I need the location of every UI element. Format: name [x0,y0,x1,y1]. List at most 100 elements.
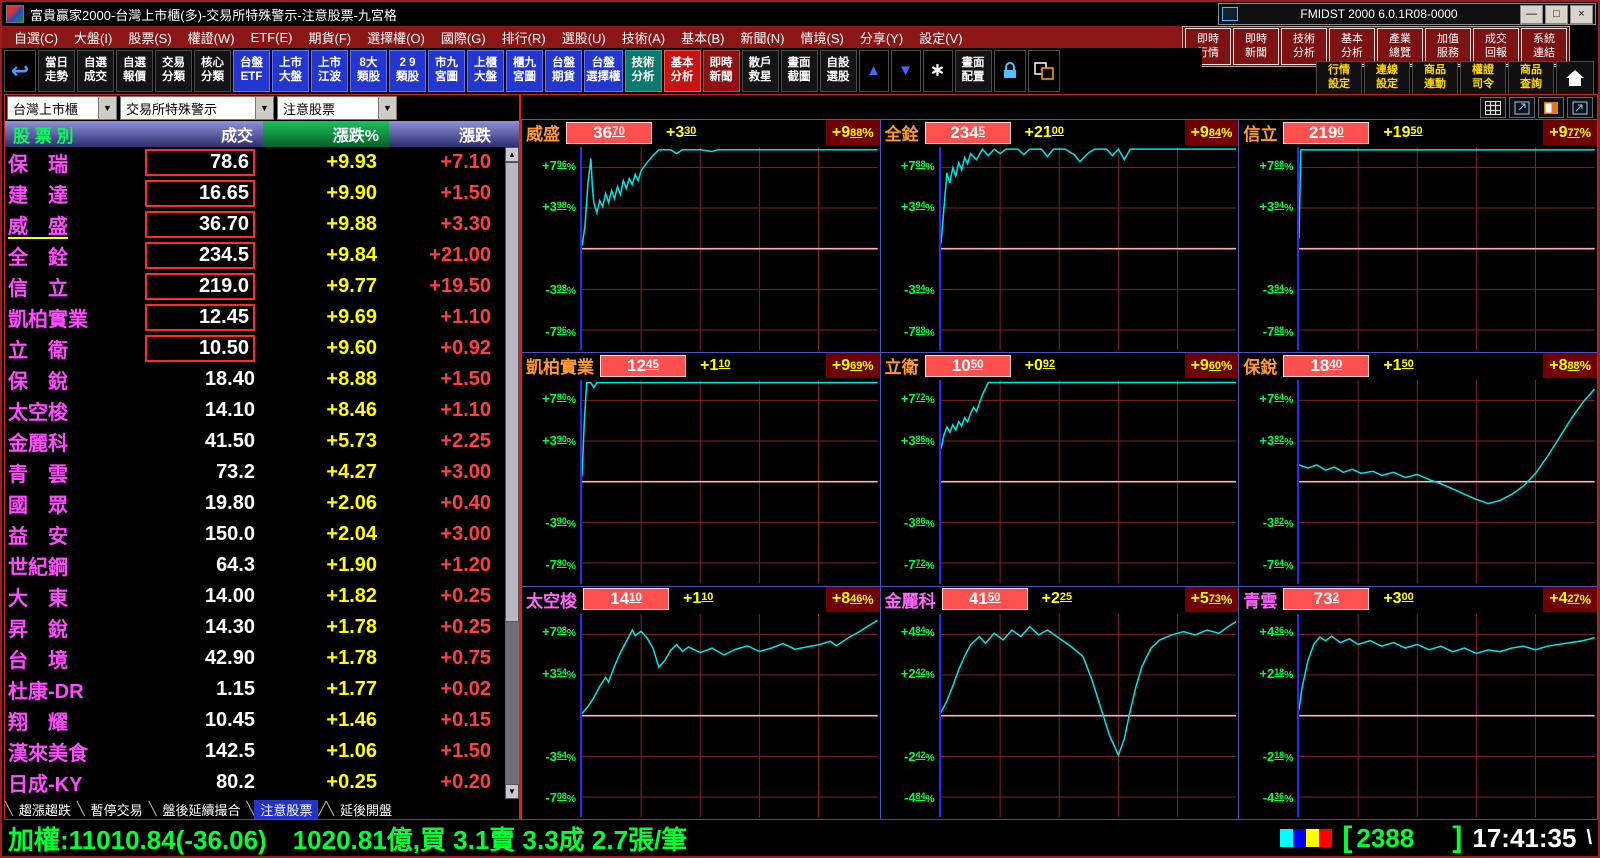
taiwan-etf-button[interactable]: 台盤 ETF [233,50,270,92]
table-row[interactable]: 台 境 42.90 +1.78 +0.75 [5,643,505,674]
watchlist-trades-button[interactable]: 自選 成交 [77,50,114,92]
dropdown-arrow-icon[interactable]: ▼ [98,97,116,119]
table-row[interactable]: 國 眾 19.80 +2.06 +0.40 [5,488,505,519]
custom-screener-button[interactable]: 自設 選股 [819,50,857,92]
system-link-button[interactable]: 系統 連結 [1521,28,1567,65]
product-search-button[interactable]: 商品 查詢 [1508,61,1554,95]
twse-index-button[interactable]: 上市 大盤 [272,50,309,92]
tab-0[interactable]: 趨漲趨跌 [13,800,77,819]
table-row[interactable]: 金麗科 41.50 +5.73 +2.25 [5,426,505,457]
column-header-1[interactable]: 成交 [135,121,263,147]
menu-item-7[interactable]: 國際(G) [433,28,494,47]
menu-item-3[interactable]: 權證(W) [180,28,243,47]
connection-settings-button[interactable]: 連線 設定 [1364,61,1410,95]
table-row[interactable]: 大 東 14.00 +1.82 +0.25 [5,581,505,612]
dropdown-arrow-icon[interactable]: ▼ [378,97,396,119]
technical-analysis-button[interactable]: 技術 分析 [624,50,662,92]
minimize-button[interactable]: — [1520,4,1543,24]
chart-cell-0[interactable]: 威盛 3670 +330 +9 88% +796% +398% -398% -796% [521,119,880,353]
symbol-code-box[interactable]: [ 2388 ] [1342,821,1462,855]
menu-item-2[interactable]: 股票(S) [120,28,179,47]
close-button[interactable]: × [1570,4,1593,24]
menu-item-1[interactable]: 大盤(I) [66,28,120,47]
expand-button[interactable] [1567,97,1593,118]
daily-trend-button[interactable]: 當日 走勢 [38,50,75,92]
menu-item-0[interactable]: 自選(C) [6,28,66,47]
industry-overview-button[interactable]: 產業 總覽 [1377,28,1423,65]
warning-type-select[interactable]: 交易所特殊警示 ▼ [120,96,274,120]
page-up-button[interactable]: ▲ [858,50,889,92]
table-row[interactable]: 世紀鋼 64.3 +1.90 +1.20 [5,550,505,581]
home-button[interactable] [1556,61,1594,95]
favorite-button[interactable]: ∗ [922,50,953,92]
menu-item-4[interactable]: ETF(E) [243,30,301,45]
chart-cell-3[interactable]: 凱柏實業 1245 +110 +9 69% +780% +390% -390% -780% [521,352,880,586]
realtime-news-panel-button[interactable]: 即時 新聞 [1233,28,1279,65]
menu-item-14[interactable]: 分享(Y) [852,28,911,47]
otc-nine-grid-button[interactable]: 櫃九 宮圖 [506,50,543,92]
menu-item-12[interactable]: 新聞(N) [732,28,792,47]
value-added-button[interactable]: 加值 服務 [1425,28,1471,65]
technical-panel-button[interactable]: 技術 分析 [1281,28,1327,65]
market-select[interactable]: 台灣上市櫃 ▼ [7,96,117,120]
product-link-button[interactable]: 商品 連動 [1412,61,1458,95]
menu-item-11[interactable]: 基本(B) [673,28,732,47]
menu-item-10[interactable]: 技術(A) [614,28,673,47]
table-row[interactable]: 保 瑞 78.6 +9.93 +7.10 [5,147,505,178]
trade-report-button[interactable]: 成交 回報 [1473,28,1519,65]
table-row[interactable]: 杜康-DR 1.15 +1.77 +0.02 [5,674,505,705]
chart-cell-5[interactable]: 保銳 1840 +150 +8 88% +764% +382% -382% -764% [1238,352,1597,586]
page-down-button[interactable]: ▼ [890,50,921,92]
trade-category-button[interactable]: 交易 分類 [155,50,192,92]
table-row[interactable]: 青 雲 73.2 +4.27 +3.00 [5,457,505,488]
table-row[interactable]: 保 銳 18.40 +8.88 +1.50 [5,364,505,395]
menu-item-8[interactable]: 排行(R) [494,28,554,47]
grid-view-button[interactable] [1480,97,1506,118]
tab-4[interactable]: 延後開盤 [334,800,398,819]
twse-wave-button[interactable]: 上市 江波 [311,50,348,92]
column-header-2[interactable]: 漲跌% [263,121,389,147]
fundamental-analysis-button[interactable]: 基本 分析 [663,50,701,92]
menu-item-9[interactable]: 選股(U) [554,28,614,47]
popout-button[interactable] [1509,97,1535,118]
column-header-0[interactable]: 股 票 別 [5,121,135,147]
table-row[interactable]: 日成-KY 80.2 +0.25 +0.20 [5,767,505,798]
fundamental-panel-button[interactable]: 基本 分析 [1329,28,1375,65]
core-category-button[interactable]: 核心 分類 [194,50,231,92]
scroll-up-icon[interactable]: ▲ [505,147,519,162]
chart-cell-4[interactable]: 立衛 1050 +092 +9 60% +772% +386% -386% -772% [879,352,1239,586]
eight-sectors-button[interactable]: 8大 類股 [350,50,387,92]
chart-cell-7[interactable]: 金麗科 4150 +225 +5 73% +484% +242% -242% -484% [879,585,1239,819]
table-row[interactable]: 立 衛 10.50 +9.60 +0.92 [5,333,505,364]
chart-cell-1[interactable]: 全銓 2345 +2100 +9 84% +788% +394% -394% -788% [879,119,1239,353]
scrollbar-thumb[interactable] [505,162,519,623]
menu-item-5[interactable]: 期貨(F) [301,28,360,47]
tab-1[interactable]: 暫停交易 [85,800,149,819]
table-row[interactable]: 威 盛 36.70 +9.88 +3.30 [5,209,505,240]
quote-settings-button[interactable]: 行情 設定 [1316,61,1362,95]
table-row[interactable]: 全 銓 234.5 +9.84 +21.00 [5,240,505,271]
layout-button[interactable] [1538,97,1564,118]
table-row[interactable]: 凱柏實業 12.45 +9.69 +1.10 [5,302,505,333]
scrollbar-track[interactable] [505,162,519,784]
scroll-down-icon[interactable]: ▼ [505,784,519,799]
otc-index-button[interactable]: 上櫃 大盤 [467,50,504,92]
menu-item-13[interactable]: 情境(S) [793,28,852,47]
table-row[interactable]: 昇 銳 14.30 +1.78 +0.25 [5,612,505,643]
table-scrollbar[interactable]: ▲ ▼ [505,147,519,799]
retail-rescue-button[interactable]: 散戶 救星 [741,50,779,92]
table-row[interactable]: 翔 耀 10.45 +1.46 +0.15 [5,705,505,736]
29-sectors-button[interactable]: 2 9 類股 [389,50,426,92]
screenshot-button[interactable]: 畫面 截圖 [780,50,818,92]
table-row[interactable]: 建 達 16.65 +9.90 +1.50 [5,178,505,209]
split-window-button[interactable] [1027,50,1060,92]
warrant-commander-button[interactable]: 權證 司令 [1460,61,1506,95]
category-select[interactable]: 注意股票 ▼ [277,96,397,120]
maximize-button[interactable]: □ [1545,4,1568,24]
layout-config-button[interactable]: 畫面 配置 [954,50,992,92]
tab-2[interactable]: 盤後延續撮合 [157,800,247,819]
menu-item-15[interactable]: 設定(V) [911,28,970,47]
table-row[interactable]: 漢來美食 142.5 +1.06 +1.50 [5,736,505,767]
chart-cell-2[interactable]: 信立 2190 +1950 +9 77% +788% +394% -394% -788% [1238,119,1597,353]
watchlist-quotes-button[interactable]: 自選 報價 [116,50,153,92]
